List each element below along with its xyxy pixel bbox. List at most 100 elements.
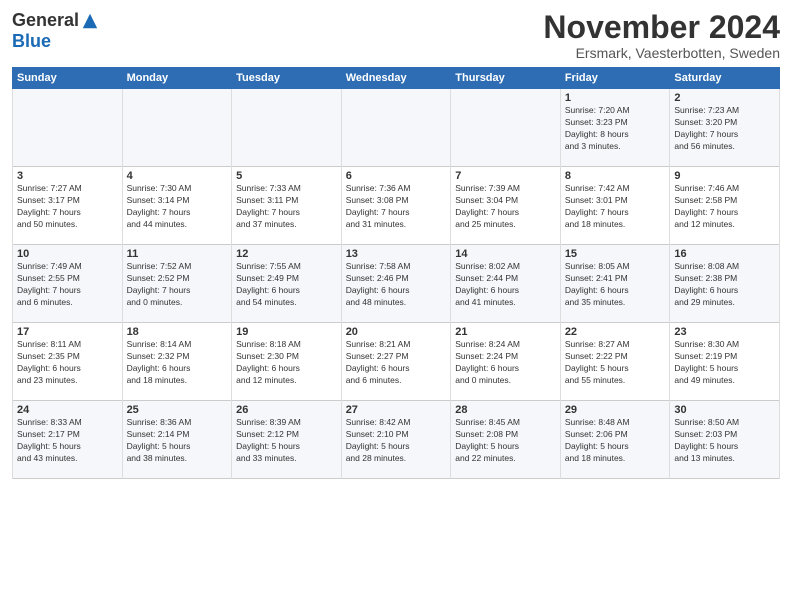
day-number: 14 (455, 248, 556, 260)
day-info: Sunrise: 8:21 AM Sunset: 2:27 PM Dayligh… (346, 339, 447, 387)
calendar-cell: 30Sunrise: 8:50 AM Sunset: 2:03 PM Dayli… (670, 401, 780, 479)
day-info: Sunrise: 7:30 AM Sunset: 3:14 PM Dayligh… (127, 183, 228, 231)
col-saturday: Saturday (670, 68, 780, 89)
day-info: Sunrise: 7:39 AM Sunset: 3:04 PM Dayligh… (455, 183, 556, 231)
day-info: Sunrise: 7:55 AM Sunset: 2:49 PM Dayligh… (236, 261, 337, 309)
calendar-cell: 28Sunrise: 8:45 AM Sunset: 2:08 PM Dayli… (451, 401, 561, 479)
day-number: 17 (17, 326, 118, 338)
header: General Blue November 2024 Ersmark, Vaes… (12, 10, 780, 61)
day-info: Sunrise: 7:27 AM Sunset: 3:17 PM Dayligh… (17, 183, 118, 231)
calendar-cell: 23Sunrise: 8:30 AM Sunset: 2:19 PM Dayli… (670, 323, 780, 401)
calendar-cell: 29Sunrise: 8:48 AM Sunset: 2:06 PM Dayli… (560, 401, 670, 479)
day-number: 18 (127, 326, 228, 338)
col-tuesday: Tuesday (232, 68, 342, 89)
calendar-cell: 9Sunrise: 7:46 AM Sunset: 2:58 PM Daylig… (670, 167, 780, 245)
day-info: Sunrise: 7:33 AM Sunset: 3:11 PM Dayligh… (236, 183, 337, 231)
day-number: 22 (565, 326, 666, 338)
logo: General Blue (12, 10, 99, 52)
calendar-week-3: 10Sunrise: 7:49 AM Sunset: 2:55 PM Dayli… (13, 245, 780, 323)
calendar-week-1: 1Sunrise: 7:20 AM Sunset: 3:23 PM Daylig… (13, 89, 780, 167)
location-subtitle: Ersmark, Vaesterbotten, Sweden (543, 45, 780, 61)
day-number: 15 (565, 248, 666, 260)
col-friday: Friday (560, 68, 670, 89)
day-number: 28 (455, 404, 556, 416)
logo-icon (81, 12, 99, 30)
day-number: 29 (565, 404, 666, 416)
calendar-cell: 27Sunrise: 8:42 AM Sunset: 2:10 PM Dayli… (341, 401, 451, 479)
calendar-week-5: 24Sunrise: 8:33 AM Sunset: 2:17 PM Dayli… (13, 401, 780, 479)
day-number: 2 (674, 92, 775, 104)
calendar-cell (122, 89, 232, 167)
calendar-body: 1Sunrise: 7:20 AM Sunset: 3:23 PM Daylig… (13, 89, 780, 479)
day-number: 9 (674, 170, 775, 182)
day-number: 11 (127, 248, 228, 260)
day-number: 7 (455, 170, 556, 182)
calendar-cell (13, 89, 123, 167)
col-monday: Monday (122, 68, 232, 89)
calendar-cell: 20Sunrise: 8:21 AM Sunset: 2:27 PM Dayli… (341, 323, 451, 401)
day-number: 30 (674, 404, 775, 416)
calendar-week-2: 3Sunrise: 7:27 AM Sunset: 3:17 PM Daylig… (13, 167, 780, 245)
day-number: 23 (674, 326, 775, 338)
day-info: Sunrise: 7:52 AM Sunset: 2:52 PM Dayligh… (127, 261, 228, 309)
calendar-cell: 19Sunrise: 8:18 AM Sunset: 2:30 PM Dayli… (232, 323, 342, 401)
calendar-cell: 17Sunrise: 8:11 AM Sunset: 2:35 PM Dayli… (13, 323, 123, 401)
day-number: 27 (346, 404, 447, 416)
day-info: Sunrise: 8:48 AM Sunset: 2:06 PM Dayligh… (565, 417, 666, 465)
day-number: 19 (236, 326, 337, 338)
calendar-cell (451, 89, 561, 167)
calendar-cell: 6Sunrise: 7:36 AM Sunset: 3:08 PM Daylig… (341, 167, 451, 245)
day-number: 4 (127, 170, 228, 182)
day-info: Sunrise: 7:46 AM Sunset: 2:58 PM Dayligh… (674, 183, 775, 231)
day-number: 3 (17, 170, 118, 182)
calendar-cell: 25Sunrise: 8:36 AM Sunset: 2:14 PM Dayli… (122, 401, 232, 479)
calendar-cell (341, 89, 451, 167)
calendar-cell: 12Sunrise: 7:55 AM Sunset: 2:49 PM Dayli… (232, 245, 342, 323)
calendar-cell: 7Sunrise: 7:39 AM Sunset: 3:04 PM Daylig… (451, 167, 561, 245)
day-info: Sunrise: 8:02 AM Sunset: 2:44 PM Dayligh… (455, 261, 556, 309)
day-info: Sunrise: 8:42 AM Sunset: 2:10 PM Dayligh… (346, 417, 447, 465)
calendar-cell: 10Sunrise: 7:49 AM Sunset: 2:55 PM Dayli… (13, 245, 123, 323)
day-info: Sunrise: 8:33 AM Sunset: 2:17 PM Dayligh… (17, 417, 118, 465)
calendar-cell: 24Sunrise: 8:33 AM Sunset: 2:17 PM Dayli… (13, 401, 123, 479)
day-info: Sunrise: 8:18 AM Sunset: 2:30 PM Dayligh… (236, 339, 337, 387)
day-number: 10 (17, 248, 118, 260)
day-number: 5 (236, 170, 337, 182)
day-info: Sunrise: 7:42 AM Sunset: 3:01 PM Dayligh… (565, 183, 666, 231)
col-sunday: Sunday (13, 68, 123, 89)
day-number: 16 (674, 248, 775, 260)
day-info: Sunrise: 8:24 AM Sunset: 2:24 PM Dayligh… (455, 339, 556, 387)
calendar-cell: 18Sunrise: 8:14 AM Sunset: 2:32 PM Dayli… (122, 323, 232, 401)
header-row: Sunday Monday Tuesday Wednesday Thursday… (13, 68, 780, 89)
calendar-week-4: 17Sunrise: 8:11 AM Sunset: 2:35 PM Dayli… (13, 323, 780, 401)
day-info: Sunrise: 8:05 AM Sunset: 2:41 PM Dayligh… (565, 261, 666, 309)
calendar-cell: 2Sunrise: 7:23 AM Sunset: 3:20 PM Daylig… (670, 89, 780, 167)
day-info: Sunrise: 7:49 AM Sunset: 2:55 PM Dayligh… (17, 261, 118, 309)
col-wednesday: Wednesday (341, 68, 451, 89)
calendar-cell: 22Sunrise: 8:27 AM Sunset: 2:22 PM Dayli… (560, 323, 670, 401)
day-number: 20 (346, 326, 447, 338)
day-number: 8 (565, 170, 666, 182)
day-info: Sunrise: 8:14 AM Sunset: 2:32 PM Dayligh… (127, 339, 228, 387)
calendar-cell: 1Sunrise: 7:20 AM Sunset: 3:23 PM Daylig… (560, 89, 670, 167)
month-title: November 2024 (543, 10, 780, 45)
day-info: Sunrise: 8:36 AM Sunset: 2:14 PM Dayligh… (127, 417, 228, 465)
day-info: Sunrise: 7:20 AM Sunset: 3:23 PM Dayligh… (565, 105, 666, 153)
calendar-cell: 16Sunrise: 8:08 AM Sunset: 2:38 PM Dayli… (670, 245, 780, 323)
calendar-cell: 5Sunrise: 7:33 AM Sunset: 3:11 PM Daylig… (232, 167, 342, 245)
day-number: 21 (455, 326, 556, 338)
calendar-cell: 3Sunrise: 7:27 AM Sunset: 3:17 PM Daylig… (13, 167, 123, 245)
calendar-cell: 11Sunrise: 7:52 AM Sunset: 2:52 PM Dayli… (122, 245, 232, 323)
calendar-cell: 21Sunrise: 8:24 AM Sunset: 2:24 PM Dayli… (451, 323, 561, 401)
day-number: 26 (236, 404, 337, 416)
calendar-table: Sunday Monday Tuesday Wednesday Thursday… (12, 67, 780, 479)
col-thursday: Thursday (451, 68, 561, 89)
title-block: November 2024 Ersmark, Vaesterbotten, Sw… (543, 10, 780, 61)
day-info: Sunrise: 7:58 AM Sunset: 2:46 PM Dayligh… (346, 261, 447, 309)
day-info: Sunrise: 8:27 AM Sunset: 2:22 PM Dayligh… (565, 339, 666, 387)
day-number: 1 (565, 92, 666, 104)
main-container: General Blue November 2024 Ersmark, Vaes… (0, 0, 792, 612)
day-info: Sunrise: 8:30 AM Sunset: 2:19 PM Dayligh… (674, 339, 775, 387)
day-info: Sunrise: 8:39 AM Sunset: 2:12 PM Dayligh… (236, 417, 337, 465)
day-info: Sunrise: 7:23 AM Sunset: 3:20 PM Dayligh… (674, 105, 775, 153)
